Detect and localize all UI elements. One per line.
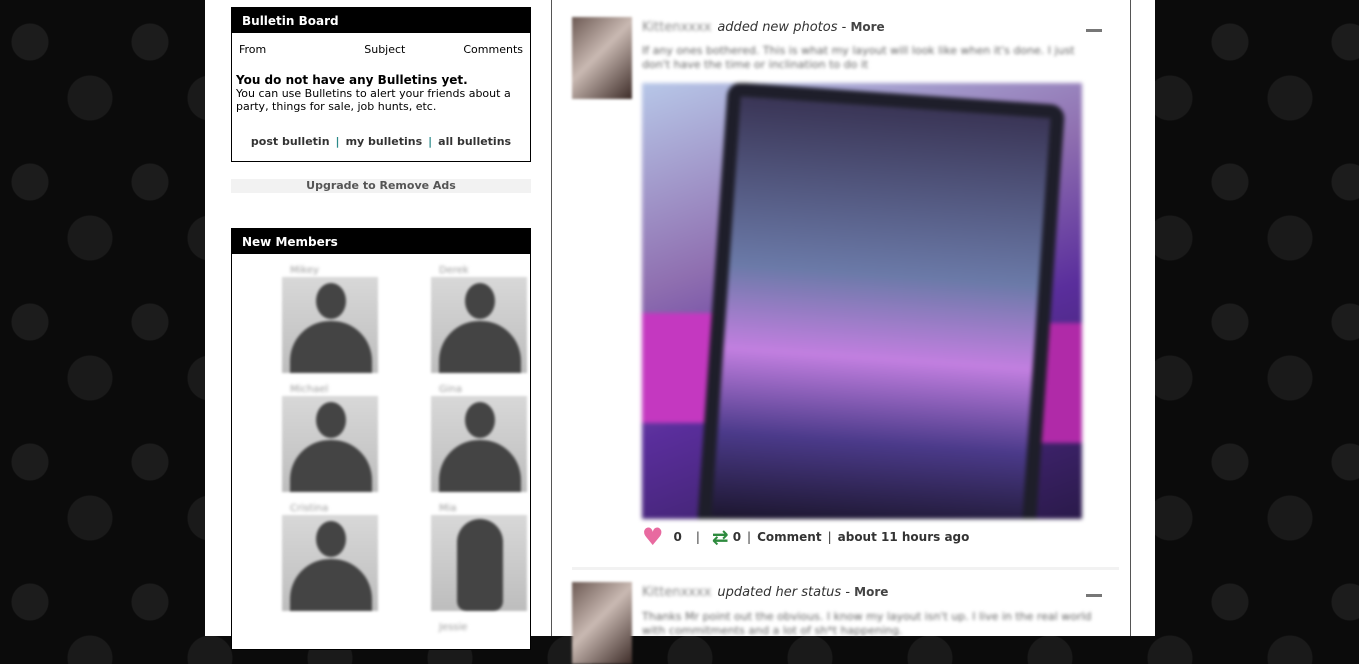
repost-icon[interactable]: ⇄ (712, 527, 729, 547)
post-text: If any ones bothered. This is what my la… (642, 44, 1075, 71)
title-dash: - (837, 20, 851, 35)
post-action: updated her status (717, 585, 842, 600)
member-card[interactable]: Mikey (282, 265, 380, 373)
bulletin-empty-title: You do not have any Bulletins yet. (236, 73, 468, 87)
member-avatar[interactable] (282, 277, 378, 373)
new-members-title: New Members (232, 229, 530, 254)
member-avatar[interactable] (431, 277, 527, 373)
post-bulletin-link[interactable]: post bulletin (251, 135, 330, 148)
feed-post: Kittenxxxx added new photos - More If any… (552, 0, 1130, 570)
post-timestamp[interactable]: about 11 hours ago (838, 530, 970, 544)
link-separator: | (428, 135, 433, 148)
bulletin-empty-text: You can use Bulletins to alert your frie… (236, 87, 511, 113)
activity-feed: Kittenxxxx added new photos - More If any… (551, 0, 1131, 664)
upgrade-remove-ads-link[interactable]: Upgrade to Remove Ads (231, 179, 531, 193)
new-members-box: New Members Mikey Derek Michael Gina Cri… (231, 228, 531, 650)
user-avatar[interactable] (572, 17, 632, 99)
member-name[interactable]: Michael (282, 384, 380, 396)
member-card[interactable]: Gina (431, 384, 529, 492)
member-card[interactable]: Cristina (282, 503, 380, 611)
member-avatar[interactable] (282, 515, 378, 611)
like-count: 0 (673, 530, 682, 544)
bulletin-links: post bulletin | my bulletins | all bulletins (232, 135, 530, 148)
more-link[interactable]: More (854, 585, 888, 599)
title-dash: - (841, 585, 855, 600)
bulletin-columns: From Subject Comments (232, 33, 530, 56)
post-actions: ♥ 0 | ⇄ 0 | Comment | about 11 hours ago (642, 525, 970, 549)
member-card[interactable]: Mia (431, 503, 529, 611)
action-separator: | (747, 530, 752, 544)
member-name[interactable]: Cristina (282, 503, 380, 515)
member-name[interactable]: Derek (431, 265, 529, 277)
comment-link[interactable]: Comment (757, 530, 821, 544)
post-username[interactable]: Kittenxxxx (642, 585, 711, 600)
link-separator: | (335, 135, 340, 148)
post-text: Thanks Mr point out the obvious. I know … (642, 610, 1092, 637)
member-name[interactable]: Jessie (431, 622, 529, 634)
column-subject: Subject (364, 43, 406, 56)
post-photo[interactable] (642, 83, 1082, 519)
bulletin-board-title: Bulletin Board (232, 8, 530, 33)
member-card[interactable]: Michael (282, 384, 380, 492)
member-card[interactable]: Jessie (431, 622, 529, 634)
action-separator: | (827, 530, 832, 544)
member-name[interactable]: Mikey (282, 265, 380, 277)
member-avatar[interactable] (431, 396, 527, 492)
bulletin-empty-state: You do not have any Bulletins yet. You c… (232, 56, 530, 114)
collapse-icon[interactable] (1086, 594, 1102, 597)
post-action: added new photos (717, 20, 838, 35)
post-username[interactable]: Kittenxxxx (642, 20, 711, 35)
feed-post: Kittenxxxx updated her status - More Than… (552, 570, 1130, 664)
column-from: From (239, 43, 267, 56)
column-comments: Comments (463, 43, 523, 56)
user-avatar[interactable] (572, 582, 632, 664)
member-avatar[interactable] (282, 396, 378, 492)
repost-count: 0 (732, 530, 742, 544)
member-name[interactable]: Mia (431, 503, 529, 515)
member-name[interactable]: Gina (431, 384, 529, 396)
my-bulletins-link[interactable]: my bulletins (346, 135, 423, 148)
member-avatar[interactable] (431, 515, 527, 611)
all-bulletins-link[interactable]: all bulletins (438, 135, 511, 148)
post-title: Kittenxxxx updated her status - More (642, 585, 888, 600)
member-card[interactable]: Derek (431, 265, 529, 373)
collapse-icon[interactable] (1086, 29, 1102, 32)
action-separator: | (695, 530, 700, 544)
more-link[interactable]: More (850, 20, 884, 34)
bulletin-board: Bulletin Board From Subject Comments You… (231, 7, 531, 162)
page-container: Bulletin Board From Subject Comments You… (205, 0, 1155, 664)
heart-icon[interactable]: ♥ (642, 525, 664, 549)
post-title: Kittenxxxx added new photos - More (642, 20, 885, 35)
